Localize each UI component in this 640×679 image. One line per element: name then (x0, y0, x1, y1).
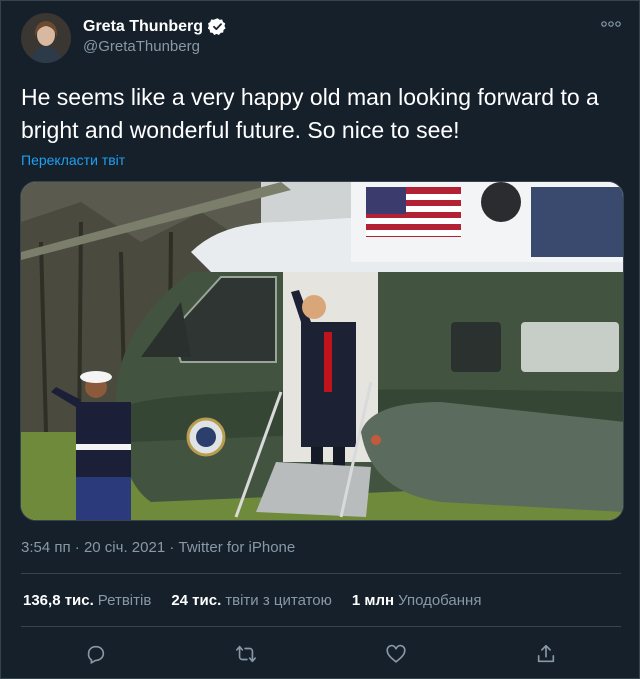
retweets-stat[interactable]: 136,8 тис. Ретвітів (23, 592, 151, 609)
likes-count: 1 млн (351, 592, 395, 609)
tweet-client[interactable]: Twitter for iPhone (179, 539, 296, 556)
share-icon[interactable] (533, 641, 559, 667)
tweet-text: He seems like a very happy old man looki… (21, 84, 599, 143)
tweet-date[interactable]: 20 січ. 2021 (84, 539, 165, 556)
like-icon[interactable] (383, 641, 409, 667)
likes-stat[interactable]: 1 млн Уподобання (352, 592, 482, 609)
tweet-meta: 3:54 пп · 20 січ. 2021 · Twitter for iPh… (21, 539, 295, 556)
meta-separator: · (70, 539, 84, 556)
tweet-actions (21, 641, 621, 667)
quote-tweets-count: 24 тис. (171, 592, 222, 609)
author-name[interactable]: Greta Thunberg (83, 18, 203, 36)
quote-tweets-stat[interactable]: 24 тис. твіти з цитатою (171, 592, 332, 609)
author-handle[interactable]: @GretaThunberg (83, 38, 200, 55)
divider (21, 573, 621, 574)
verified-badge-icon (207, 17, 227, 36)
avatar[interactable] (21, 13, 71, 63)
retweet-icon[interactable] (233, 641, 259, 667)
tweet-stats: 136,8 тис. Ретвітів 24 тис. твіти з цитато… (23, 592, 481, 609)
tweet-card: Greta Thunberg @GretaThunberg He seems l… (0, 0, 640, 679)
retweets-label: Ретвітів (97, 592, 152, 609)
tweet-photo[interactable] (20, 181, 624, 521)
retweets-count: 136,8 тис. (23, 592, 94, 609)
divider (21, 626, 621, 627)
meta-separator: · (165, 539, 179, 556)
tweet-time[interactable]: 3:54 пп (21, 539, 71, 556)
translate-link[interactable]: Перекласти твіт (21, 152, 125, 168)
likes-label: Уподобання (398, 592, 482, 609)
more-options-icon[interactable] (601, 15, 621, 31)
quote-tweets-label: твіти з цитатою (225, 592, 332, 609)
reply-icon[interactable] (83, 641, 109, 667)
